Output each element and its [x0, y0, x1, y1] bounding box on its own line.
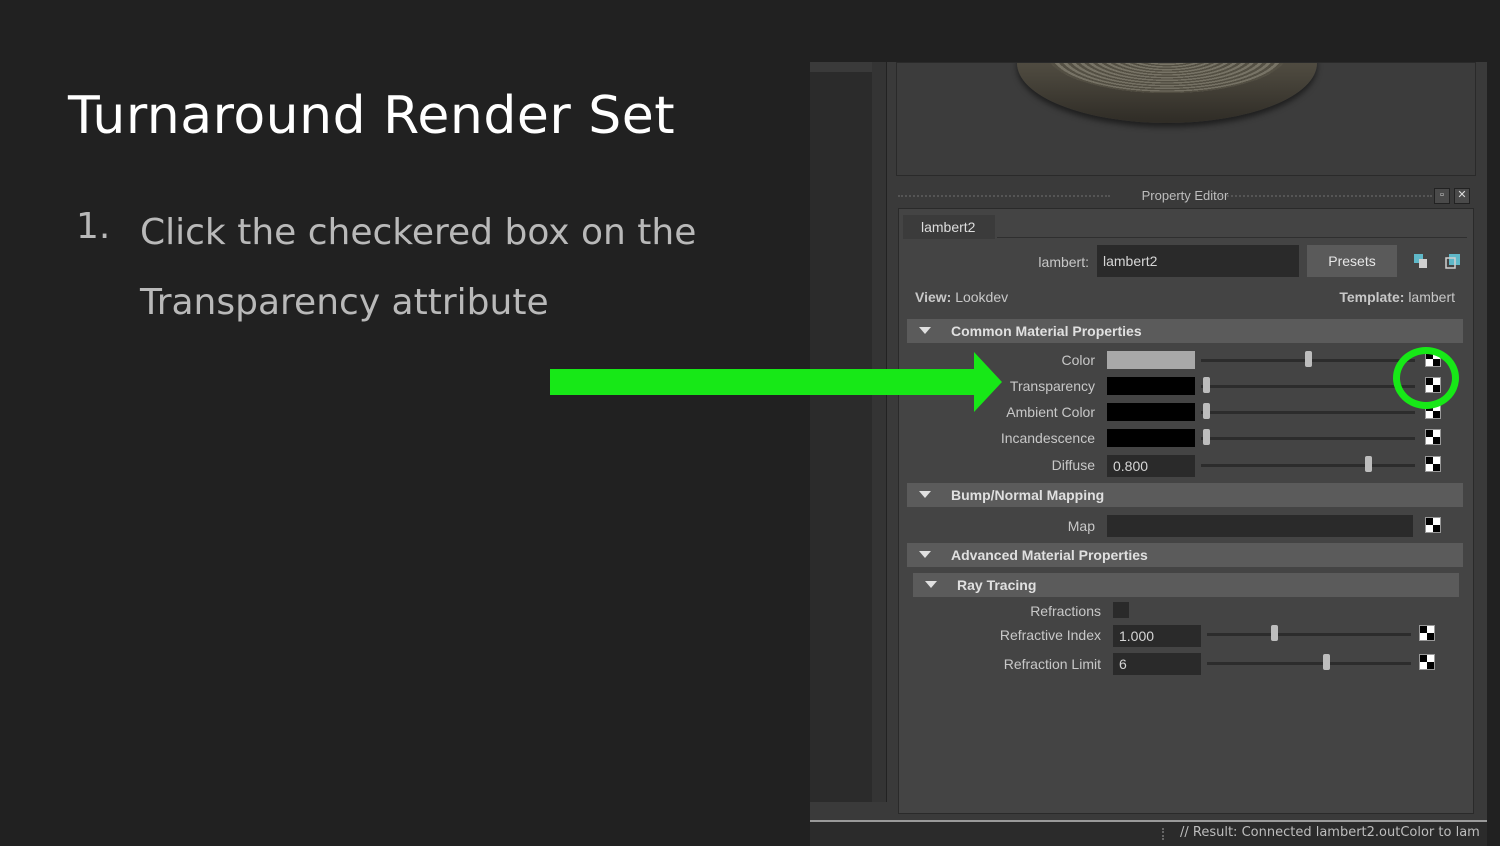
section-bump-label: Bump/Normal Mapping — [951, 487, 1105, 503]
refractions-label: Refractions — [1030, 603, 1101, 619]
tab-lambert2[interactable]: lambert2 — [903, 215, 995, 239]
view-template-row: View: Lookdev Template: lambert — [915, 289, 1455, 305]
diffuse-label: Diffuse — [1051, 457, 1095, 473]
left-panel — [810, 72, 873, 802]
ambient-color-slider-handle[interactable] — [1203, 403, 1210, 419]
float-window-icon[interactable]: ▫ — [1434, 188, 1450, 204]
render-model — [1017, 63, 1317, 123]
transparency-swatch[interactable] — [1107, 377, 1195, 395]
refractive-index-map-button[interactable] — [1419, 625, 1435, 641]
refractive-index-label: Refractive Index — [999, 627, 1101, 643]
section-common-material[interactable]: Common Material Properties — [907, 319, 1463, 343]
section-bump-mapping[interactable]: Bump/Normal Mapping — [907, 483, 1463, 507]
refractive-index-field[interactable]: 1.000 — [1113, 625, 1201, 647]
ambient-color-slider[interactable] — [1201, 411, 1415, 414]
refraction-limit-map-button[interactable] — [1419, 654, 1435, 670]
property-editor-header: Property Editor ▫ ✕ — [898, 186, 1472, 206]
grip-icon — [1162, 828, 1172, 840]
ambient-color-label: Ambient Color — [1006, 404, 1095, 420]
pointer-arrow-head — [974, 352, 1002, 412]
section-advanced-material[interactable]: Advanced Material Properties — [907, 543, 1463, 567]
highlight-circle — [1393, 347, 1459, 409]
maya-window: Property Editor ▫ ✕ lambert2 lambert: la… — [810, 62, 1487, 822]
incandescence-slider[interactable] — [1201, 437, 1415, 440]
incandescence-slider-handle[interactable] — [1203, 429, 1210, 445]
template-value: lambert — [1408, 289, 1455, 305]
ambient-color-swatch[interactable] — [1107, 403, 1195, 421]
map-field[interactable] — [1107, 515, 1413, 537]
refraction-limit-label: Refraction Limit — [1003, 656, 1101, 672]
view-label: View: — [915, 289, 952, 305]
property-editor-body: lambert2 lambert: lambert2 Presets View:… — [898, 208, 1474, 814]
slide-title: Turnaround Render Set — [68, 86, 676, 146]
view-value: Lookdev — [955, 289, 1009, 305]
color-slider-handle[interactable] — [1305, 351, 1312, 367]
collapse-triangle-icon — [925, 581, 937, 588]
panel-divider[interactable] — [872, 62, 887, 802]
diffuse-field[interactable]: 0.800 — [1107, 455, 1195, 477]
section-ray-tracing-label: Ray Tracing — [957, 577, 1037, 593]
refractions-checkbox[interactable] — [1113, 602, 1129, 618]
command-result-bar: // Result: Connected lambert2.outColor t… — [810, 820, 1487, 846]
incandescence-label: Incandescence — [1000, 430, 1095, 446]
node-type-label: lambert: — [1038, 254, 1089, 270]
copy-tab-icon[interactable] — [1445, 253, 1461, 269]
presets-button[interactable]: Presets — [1307, 245, 1397, 277]
property-editor-title: Property Editor — [1141, 188, 1229, 203]
incandescence-swatch[interactable] — [1107, 429, 1195, 447]
collapse-triangle-icon — [919, 551, 931, 558]
diffuse-slider[interactable] — [1201, 464, 1415, 467]
color-swatch[interactable] — [1107, 351, 1195, 369]
step-instruction: Click the checkered box on the Transpare… — [140, 212, 697, 323]
bump-map-button[interactable] — [1425, 517, 1441, 533]
node-name-row: lambert: lambert2 Presets — [899, 245, 1473, 279]
collapse-triangle-icon — [919, 327, 931, 334]
step-number: 1. — [76, 206, 111, 247]
transparency-slider-handle[interactable] — [1203, 377, 1210, 393]
focus-input-icon[interactable] — [1413, 253, 1429, 269]
color-label: Color — [1061, 352, 1095, 368]
section-advanced-label: Advanced Material Properties — [951, 547, 1148, 563]
diffuse-slider-handle[interactable] — [1365, 456, 1372, 472]
pointer-arrow — [550, 369, 980, 395]
refractive-index-slider-handle[interactable] — [1271, 625, 1278, 641]
section-common-label: Common Material Properties — [951, 323, 1142, 339]
refraction-limit-field[interactable]: 6 — [1113, 653, 1201, 675]
incandescence-map-button[interactable] — [1425, 429, 1441, 445]
command-result-text: // Result: Connected lambert2.outColor t… — [1180, 825, 1480, 840]
transparency-slider[interactable] — [1201, 385, 1415, 388]
map-label: Map — [1067, 518, 1095, 534]
collapse-triangle-icon — [919, 491, 931, 498]
close-icon[interactable]: ✕ — [1454, 188, 1470, 204]
refraction-limit-slider[interactable] — [1207, 662, 1411, 665]
refraction-limit-slider-handle[interactable] — [1323, 654, 1330, 670]
viewport[interactable] — [896, 62, 1476, 176]
node-name-field[interactable]: lambert2 — [1097, 245, 1299, 277]
diffuse-map-button[interactable] — [1425, 456, 1441, 472]
template-label: Template: — [1339, 289, 1405, 305]
section-ray-tracing[interactable]: Ray Tracing — [913, 573, 1459, 597]
refractive-index-slider[interactable] — [1207, 633, 1411, 636]
